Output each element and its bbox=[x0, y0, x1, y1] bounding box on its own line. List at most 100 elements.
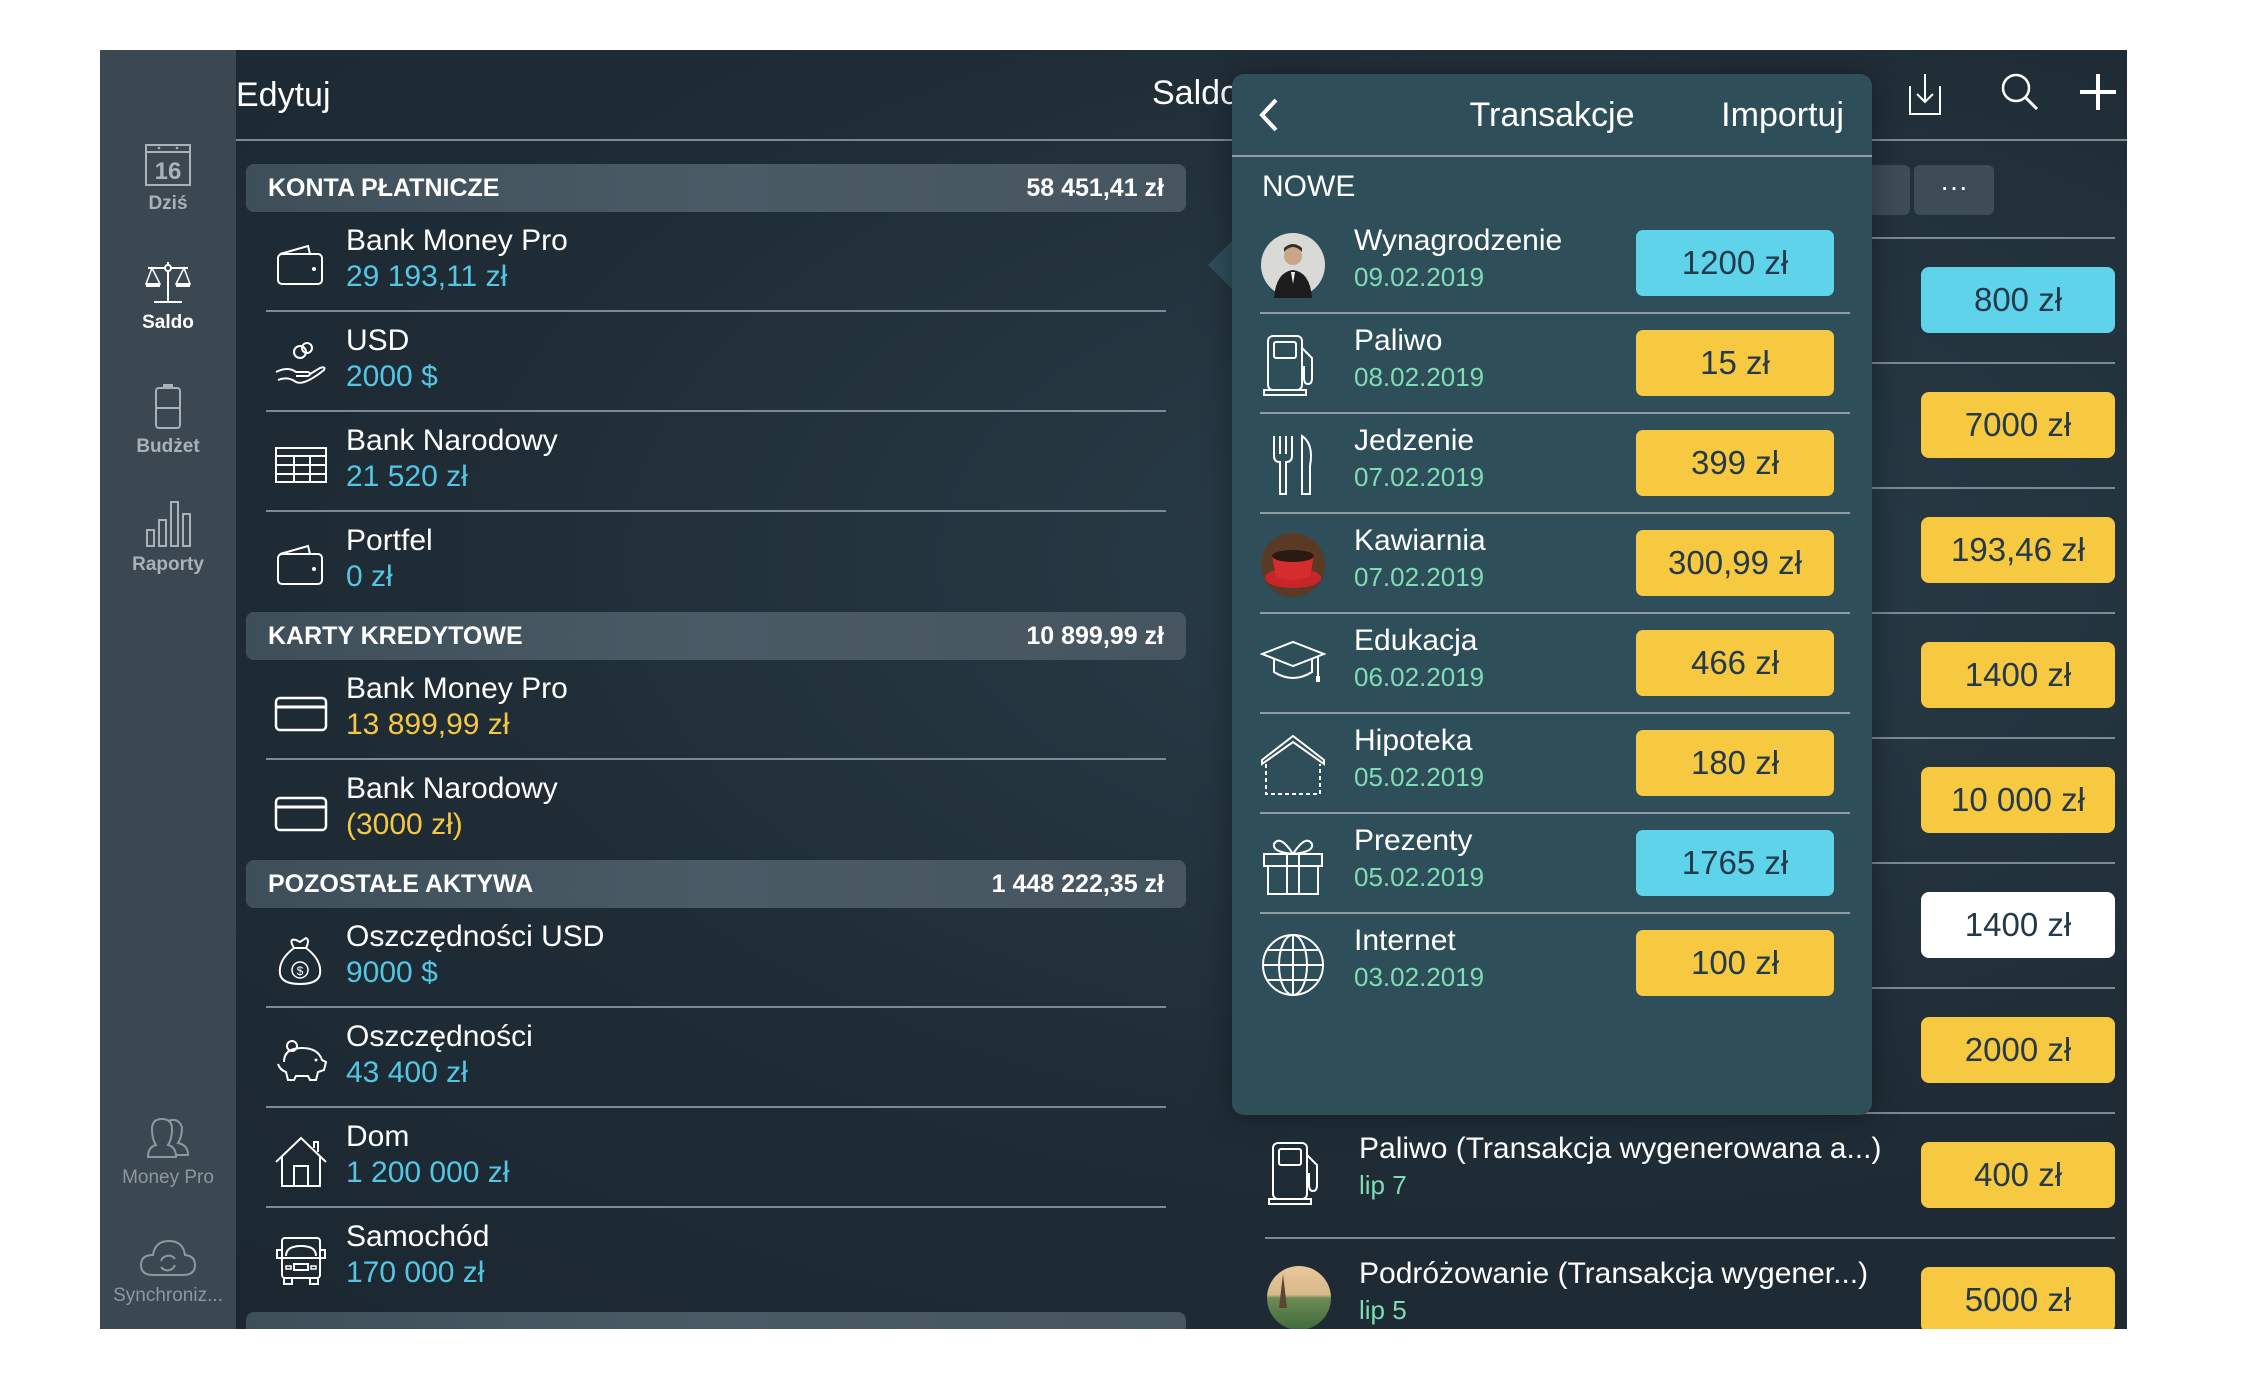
transaction-name: Edukacja bbox=[1354, 624, 1478, 657]
bank-table-icon bbox=[274, 438, 328, 492]
scales-icon bbox=[100, 258, 236, 306]
amount-badge[interactable]: 1765 zł bbox=[1636, 830, 1834, 896]
transaction-date: 06.02.2019 bbox=[1354, 662, 1485, 692]
account-balance: 2000 $ bbox=[346, 360, 438, 393]
section-header[interactable]: KARTY KREDYTOWE 10 899,99 zł bbox=[246, 612, 1186, 660]
sidebar-item-label: Budżet bbox=[136, 436, 200, 457]
add-button[interactable] bbox=[2078, 72, 2118, 112]
truck-icon bbox=[274, 1234, 328, 1288]
account-row[interactable]: Bank Money Pro 13 899,99 zł bbox=[266, 660, 1166, 760]
amount-badge[interactable]: 193,46 zł bbox=[1921, 517, 2115, 583]
transaction-date: 05.02.2019 bbox=[1354, 762, 1485, 792]
account-row[interactable]: Bank Money Pro 29 193,11 zł bbox=[266, 212, 1166, 312]
transaction-date: lip 7 bbox=[1359, 1170, 1407, 1200]
account-row[interactable]: Oszczędności 43 400 zł bbox=[266, 1008, 1166, 1108]
section-label: NOWE bbox=[1262, 170, 1356, 203]
sidebar-item-today[interactable]: 16 Dziś bbox=[100, 143, 236, 215]
house-icon bbox=[274, 1134, 328, 1188]
account-row[interactable]: USD 2000 $ bbox=[266, 312, 1166, 412]
transaction-date: 09.02.2019 bbox=[1354, 262, 1485, 292]
page-title: Saldo bbox=[1152, 74, 1239, 112]
sidebar-item-sync[interactable]: Synchroniz... bbox=[100, 1237, 236, 1307]
coffee-cup-icon bbox=[1260, 532, 1326, 598]
amount-badge[interactable]: 399 zł bbox=[1636, 430, 1834, 496]
amount-badge[interactable]: 1400 zł bbox=[1921, 892, 2115, 958]
amount-badge[interactable]: 466 zł bbox=[1636, 630, 1834, 696]
app-window: 16 Dziś Saldo Budżet Raporty Money Pro S… bbox=[100, 50, 2127, 1329]
transaction-date: 08.02.2019 bbox=[1354, 362, 1485, 392]
transaction-row[interactable]: Kawiarnia 07.02.2019 300,99 zł bbox=[1260, 514, 1850, 614]
transaction-row[interactable]: Internet 03.02.2019 100 zł bbox=[1260, 914, 1850, 1014]
transaction-name: Kawiarnia bbox=[1354, 524, 1486, 557]
cloud-sync-icon bbox=[100, 1237, 236, 1279]
section-total: 58 451,41 zł bbox=[1026, 173, 1164, 202]
sidebar-item-money-pro[interactable]: Money Pro bbox=[100, 1115, 236, 1189]
import-button[interactable]: Importuj bbox=[1721, 96, 1844, 135]
account-name: Oszczędności bbox=[346, 1020, 533, 1053]
account-row[interactable]: Samochód 170 000 zł bbox=[266, 1208, 1166, 1308]
account-row[interactable]: Bank Narodowy 21 520 zł bbox=[266, 412, 1166, 512]
money-bag-icon: $ bbox=[274, 934, 328, 988]
sidebar-item-reports[interactable]: Raporty bbox=[100, 498, 236, 576]
section-header[interactable]: KONTA PŁATNICZE 58 451,41 zł bbox=[246, 164, 1186, 212]
svg-text:$: $ bbox=[297, 964, 304, 978]
amount-badge[interactable]: 100 zł bbox=[1636, 930, 1834, 996]
account-balance: 21 520 zł bbox=[346, 460, 468, 493]
fuel-pump-icon bbox=[1260, 332, 1326, 398]
transaction-row[interactable]: Prezenty 05.02.2019 1765 zł bbox=[1260, 814, 1850, 914]
wallet-icon bbox=[274, 238, 328, 292]
transactions-popover: Transakcje Importuj NOWE Wynagrodzenie 0… bbox=[1232, 74, 1872, 1115]
transaction-row[interactable]: Hipoteka 05.02.2019 180 zł bbox=[1260, 714, 1850, 814]
amount-badge[interactable]: 800 zł bbox=[1921, 267, 2115, 333]
amount-badge[interactable]: 1200 zł bbox=[1636, 230, 1834, 296]
transaction-name: Paliwo bbox=[1354, 324, 1443, 357]
wallet-icon bbox=[274, 538, 328, 592]
section-header-partial[interactable] bbox=[246, 1312, 1186, 1329]
transaction-row[interactable]: Wynagrodzenie 09.02.2019 1200 zł bbox=[1260, 214, 1850, 314]
bar-chart-icon bbox=[100, 498, 236, 548]
amount-badge[interactable]: 1400 zł bbox=[1921, 642, 2115, 708]
amount-badge[interactable]: 5000 zł bbox=[1921, 1267, 2115, 1329]
amount-badge[interactable]: 300,99 zł bbox=[1636, 530, 1834, 596]
amount-badge[interactable]: 7000 zł bbox=[1921, 392, 2115, 458]
travel-photo-icon bbox=[1265, 1264, 1333, 1329]
amount-badge[interactable]: 15 zł bbox=[1636, 330, 1834, 396]
section-total: 1 448 222,35 zł bbox=[991, 869, 1164, 898]
amount-badge[interactable]: 180 zł bbox=[1636, 730, 1834, 796]
transaction-row[interactable]: Paliwo 08.02.2019 15 zł bbox=[1260, 314, 1850, 414]
transaction-name: Wynagrodzenie bbox=[1354, 224, 1563, 257]
coins-hand-icon bbox=[274, 338, 328, 392]
search-icon[interactable] bbox=[2000, 72, 2040, 112]
account-balance: 9000 $ bbox=[346, 956, 438, 989]
svg-text:16: 16 bbox=[155, 158, 182, 185]
transaction-title: Podróżowanie (Transakcja wygener...) bbox=[1359, 1257, 1869, 1290]
amount-badge[interactable]: 2000 zł bbox=[1921, 1017, 2115, 1083]
amount-badge[interactable]: 10 000 zł bbox=[1921, 767, 2115, 833]
section-title: POZOSTAŁE AKTYWA bbox=[268, 869, 534, 898]
sidebar-item-budget[interactable]: Budżet bbox=[100, 382, 236, 458]
more-button[interactable]: ··· bbox=[1914, 165, 1994, 215]
section-title: KONTA PŁATNICZE bbox=[268, 173, 500, 202]
account-row[interactable]: Dom 1 200 000 zł bbox=[266, 1108, 1166, 1208]
new-transactions-list: Wynagrodzenie 09.02.2019 1200 zł Paliwo … bbox=[1260, 214, 1850, 1014]
account-row[interactable]: Bank Narodowy (3000 zł) bbox=[266, 760, 1166, 860]
download-icon[interactable] bbox=[1908, 72, 1942, 116]
transaction-row[interactable]: Jedzenie 07.02.2019 399 zł bbox=[1260, 414, 1850, 514]
account-row[interactable]: Portfel 0 zł bbox=[266, 512, 1166, 612]
transaction-name: Prezenty bbox=[1354, 824, 1473, 857]
sidebar-item-label: Dziś bbox=[148, 193, 188, 214]
edit-button[interactable]: Edytuj bbox=[236, 76, 331, 115]
transaction-row[interactable]: Edukacja 06.02.2019 466 zł bbox=[1260, 614, 1850, 714]
sidebar-item-balance[interactable]: Saldo bbox=[100, 258, 236, 334]
credit-card-icon bbox=[274, 786, 328, 840]
transaction-row[interactable]: Podróżowanie (Transakcja wygener...) lip… bbox=[1265, 1237, 2115, 1329]
section-header[interactable]: POZOSTAŁE AKTYWA 1 448 222,35 zł bbox=[246, 860, 1186, 908]
account-balance: 29 193,11 zł bbox=[346, 260, 508, 293]
account-row[interactable]: $ Oszczędności USD 9000 $ bbox=[266, 908, 1166, 1008]
piggy-bank-icon bbox=[274, 1034, 328, 1088]
account-name: Samochód bbox=[346, 1220, 490, 1253]
transaction-row[interactable]: Paliwo (Transakcja wygenerowana a...) li… bbox=[1265, 1112, 2115, 1237]
amount-badge[interactable]: 400 zł bbox=[1921, 1142, 2115, 1208]
transaction-date: 05.02.2019 bbox=[1354, 862, 1485, 892]
fork-knife-icon bbox=[1260, 432, 1326, 498]
